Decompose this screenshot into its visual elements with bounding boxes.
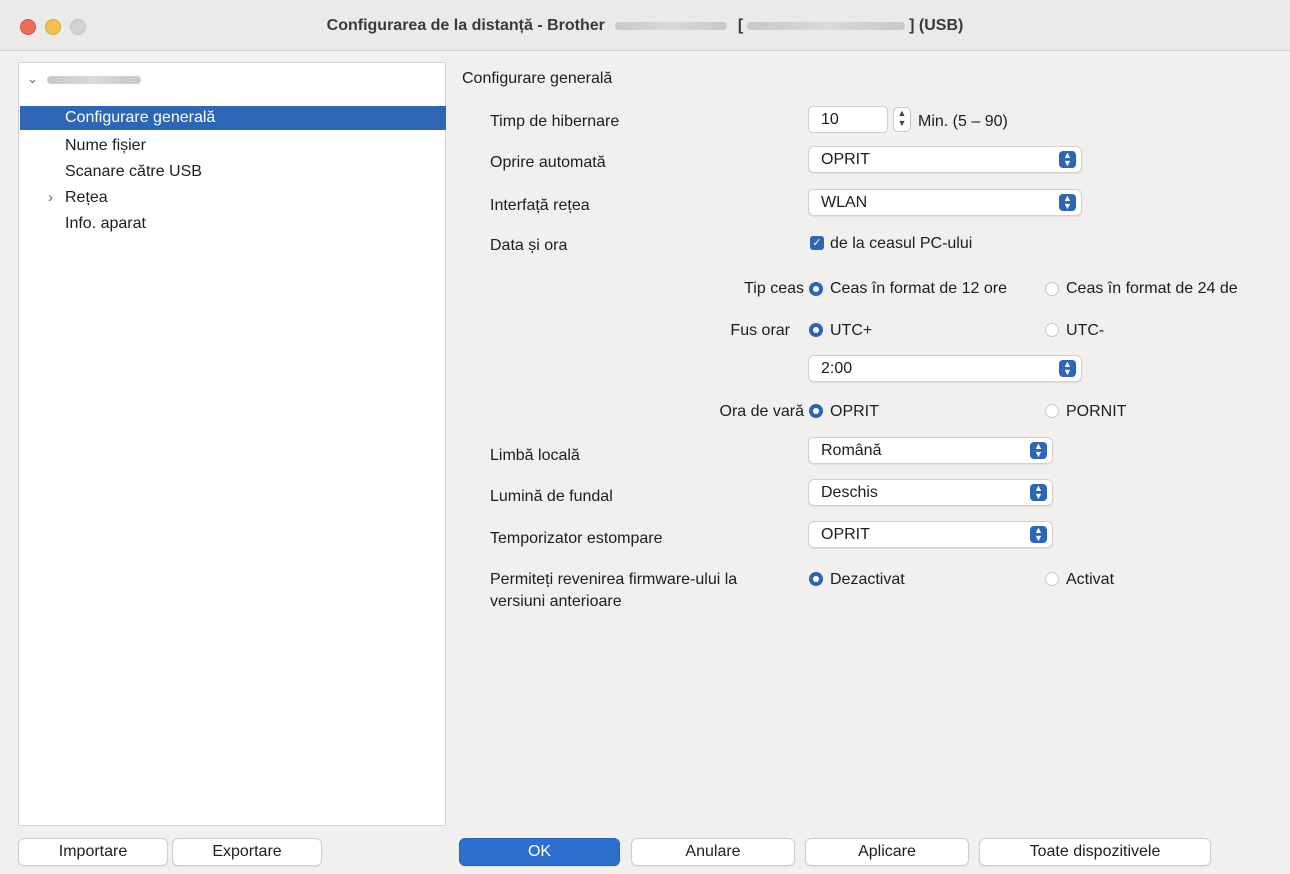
- network-interface-select[interactable]: WLAN ▲ ▼: [808, 189, 1082, 216]
- backlight-value: Deschis: [821, 484, 878, 501]
- tree-item-label: Info. aparat: [65, 215, 146, 232]
- network-interface-value: WLAN: [821, 194, 868, 211]
- dst-off-label: OPRIT: [830, 403, 879, 420]
- dim-timer-label: Temporizator estompare: [490, 530, 663, 547]
- dst-off-radio[interactable]: [809, 404, 823, 418]
- stepper-up-icon[interactable]: ▲: [894, 108, 910, 118]
- tree-item-label: Scanare către USB: [65, 163, 202, 180]
- pc-clock-sync-checkbox[interactable]: ✓: [810, 236, 824, 250]
- popup-arrows-icon: ▲ ▼: [1030, 442, 1047, 459]
- chevron-down-icon[interactable]: ⌄: [27, 71, 38, 87]
- chevron-right-icon[interactable]: ›: [48, 186, 53, 210]
- all-devices-button[interactable]: Toate dispozitivele: [979, 838, 1211, 866]
- sleep-time-value: 10: [821, 111, 839, 128]
- clock-type-label: Tip ceas: [744, 280, 804, 297]
- stepper-down-icon[interactable]: ▼: [894, 118, 910, 128]
- popup-arrows-icon: ▲ ▼: [1059, 194, 1076, 211]
- popup-arrows-icon: ▲ ▼: [1030, 526, 1047, 543]
- window-title-bracket: [: [737, 17, 744, 34]
- local-language-select[interactable]: Română ▲ ▼: [808, 437, 1053, 464]
- sleep-time-label: Timp de hibernare: [490, 113, 620, 130]
- utc-minus-radio[interactable]: [1045, 323, 1059, 337]
- utc-plus-radio[interactable]: [809, 323, 823, 337]
- popup-arrows-icon: ▲ ▼: [1030, 484, 1047, 501]
- sleep-time-stepper[interactable]: ▲ ▼: [893, 107, 911, 132]
- sleep-time-input[interactable]: 10: [808, 106, 888, 133]
- redacted-serial-number: [747, 21, 906, 30]
- window-title-suffix: ] (USB): [909, 17, 964, 34]
- tree-item-general-setup[interactable]: Configurare generală: [20, 106, 446, 130]
- apply-button[interactable]: Aplicare: [805, 838, 969, 866]
- section-title: Configurare generală: [462, 70, 613, 87]
- cancel-button[interactable]: Anulare: [631, 838, 795, 866]
- import-button[interactable]: Importare: [18, 838, 168, 866]
- redacted-model-name: [615, 21, 728, 30]
- window-title-prefix: Configurarea de la distanță - Brother: [326, 17, 605, 34]
- dim-timer-value: OPRIT: [821, 526, 870, 543]
- pc-clock-sync-label: de la ceasul PC-ului: [830, 235, 973, 252]
- tree-item-label: Rețea: [65, 189, 108, 206]
- time-zone-label: Fus orar: [730, 322, 790, 339]
- clock-24h-radio[interactable]: [1045, 282, 1059, 296]
- ok-button[interactable]: OK: [459, 838, 620, 866]
- auto-off-value: OPRIT: [821, 151, 870, 168]
- dst-on-label: PORNIT: [1066, 403, 1127, 420]
- sleep-time-range: Min. (5 – 90): [918, 113, 1008, 130]
- title-bar: Configurarea de la distanță - Brother []…: [0, 0, 1290, 51]
- tree-item-label: Nume fișier: [65, 137, 146, 154]
- export-button[interactable]: Exportare: [172, 838, 322, 866]
- firmware-rollback-disabled-label: Dezactivat: [830, 571, 905, 588]
- dim-timer-select[interactable]: OPRIT ▲ ▼: [808, 521, 1053, 548]
- firmware-rollback-label-line1: Permiteți revenirea firmware-ului la: [490, 571, 738, 588]
- firmware-rollback-disabled-radio[interactable]: [809, 572, 823, 586]
- settings-tree: ⌄ Configurare generală Nume fișier Scana…: [18, 62, 446, 826]
- dst-on-radio[interactable]: [1045, 404, 1059, 418]
- firmware-rollback-label-line2: versiuni anterioare: [490, 593, 622, 610]
- network-interface-label: Interfață rețea: [490, 197, 590, 214]
- utc-minus-label: UTC-: [1066, 322, 1105, 339]
- firmware-rollback-enabled-radio[interactable]: [1045, 572, 1059, 586]
- tree-item-scan-to-usb[interactable]: Scanare către USB: [20, 160, 446, 184]
- auto-off-label: Oprire automată: [490, 154, 606, 171]
- time-zone-offset-value: 2:00: [821, 360, 853, 377]
- tree-item-label: Configurare generală: [65, 109, 216, 126]
- date-time-label: Data și ora: [490, 237, 568, 254]
- backlight-label: Lumină de fundal: [490, 488, 613, 505]
- local-language-label: Limbă locală: [490, 447, 580, 464]
- daylight-saving-label: Ora de vară: [719, 403, 804, 420]
- local-language-value: Română: [821, 442, 882, 459]
- tree-item-file-name[interactable]: Nume fișier: [20, 134, 446, 158]
- clock-24h-label: Ceas în format de 24 de: [1066, 280, 1238, 297]
- redacted-device-name: [47, 76, 141, 84]
- tree-item-machine-info[interactable]: Info. aparat: [20, 212, 446, 236]
- window-title: Configurarea de la distanță - Brother []…: [0, 17, 1290, 35]
- backlight-select[interactable]: Deschis ▲ ▼: [808, 479, 1053, 506]
- time-zone-offset-select[interactable]: 2:00 ▲ ▼: [808, 355, 1082, 382]
- auto-off-select[interactable]: OPRIT ▲ ▼: [808, 146, 1082, 173]
- utc-plus-label: UTC+: [830, 322, 873, 339]
- popup-arrows-icon: ▲ ▼: [1059, 360, 1076, 377]
- tree-item-network[interactable]: › Rețea: [20, 186, 446, 210]
- firmware-rollback-enabled-label: Activat: [1066, 571, 1115, 588]
- clock-12h-label: Ceas în format de 12 ore: [830, 280, 1007, 297]
- clock-12h-radio[interactable]: [809, 282, 823, 296]
- popup-arrows-icon: ▲ ▼: [1059, 151, 1076, 168]
